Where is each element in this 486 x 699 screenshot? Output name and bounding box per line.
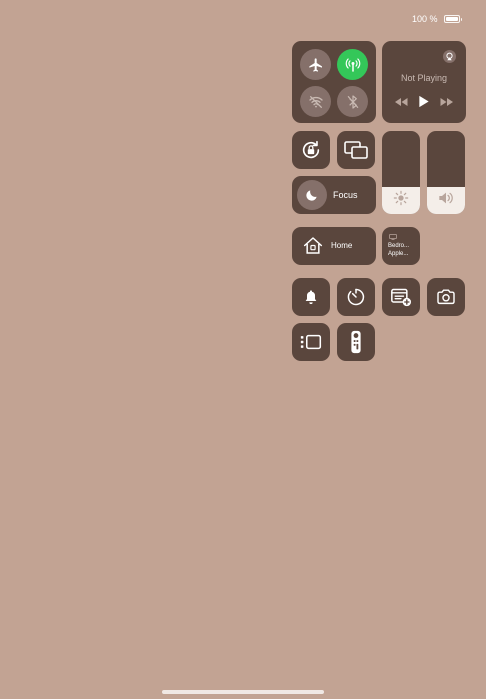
status-bar: 100 %	[412, 14, 462, 24]
airplane-icon	[308, 57, 322, 72]
timer-icon	[347, 288, 365, 306]
home-label: Home	[331, 241, 353, 250]
wifi-off-icon	[308, 95, 323, 108]
battery-percent: 100 %	[411, 14, 438, 24]
focus-button[interactable]: Focus	[292, 176, 376, 214]
rotation-lock-icon	[302, 140, 320, 159]
brightness-slider[interactable]	[382, 131, 420, 214]
quick-note-button[interactable]	[382, 278, 420, 316]
home-button[interactable]: Home	[292, 227, 376, 265]
volume-slider[interactable]	[427, 131, 465, 214]
now-playing-title: Not Playing	[400, 73, 448, 83]
cellular-data-button[interactable]	[337, 49, 368, 80]
rewind-icon[interactable]	[394, 97, 408, 107]
fast-forward-icon[interactable]	[440, 97, 454, 107]
accessory-line-2: Apple...	[388, 251, 409, 257]
camera-button[interactable]	[427, 278, 465, 316]
connectivity-tile	[292, 41, 376, 123]
airplay-icon[interactable]	[443, 50, 456, 63]
camera-icon	[437, 289, 455, 305]
antenna-icon	[345, 57, 360, 72]
quick-note-icon	[391, 288, 411, 307]
timer-button[interactable]	[337, 278, 375, 316]
screen-mirroring-button[interactable]	[337, 131, 375, 169]
play-icon[interactable]	[418, 95, 430, 108]
appletv-icon	[389, 234, 397, 240]
screen-mirroring-icon	[344, 141, 368, 159]
accessory-line-1: Bedro...	[388, 243, 410, 249]
speaker-icon	[439, 192, 453, 204]
home-indicator[interactable]	[162, 690, 324, 694]
now-playing-tile[interactable]: Not Playing	[382, 41, 466, 123]
focus-label: Focus	[333, 190, 358, 200]
home-icon	[303, 237, 323, 254]
bluetooth-button[interactable]	[337, 86, 368, 117]
remote-icon	[351, 330, 361, 354]
wifi-button[interactable]	[300, 86, 331, 117]
bluetooth-off-icon	[347, 94, 358, 109]
stage-manager-button[interactable]	[292, 323, 330, 361]
orientation-lock-button[interactable]	[292, 131, 330, 169]
airplane-mode-button[interactable]	[300, 49, 331, 80]
accessory-tile[interactable]: Bedro... Apple...	[382, 227, 420, 265]
stage-manager-icon	[300, 334, 322, 350]
silent-mode-button[interactable]	[292, 278, 330, 316]
bell-icon	[305, 290, 317, 304]
moon-icon	[306, 190, 317, 201]
battery-icon	[443, 15, 460, 23]
sun-icon	[393, 190, 409, 206]
apple-tv-remote-button[interactable]	[337, 323, 375, 361]
